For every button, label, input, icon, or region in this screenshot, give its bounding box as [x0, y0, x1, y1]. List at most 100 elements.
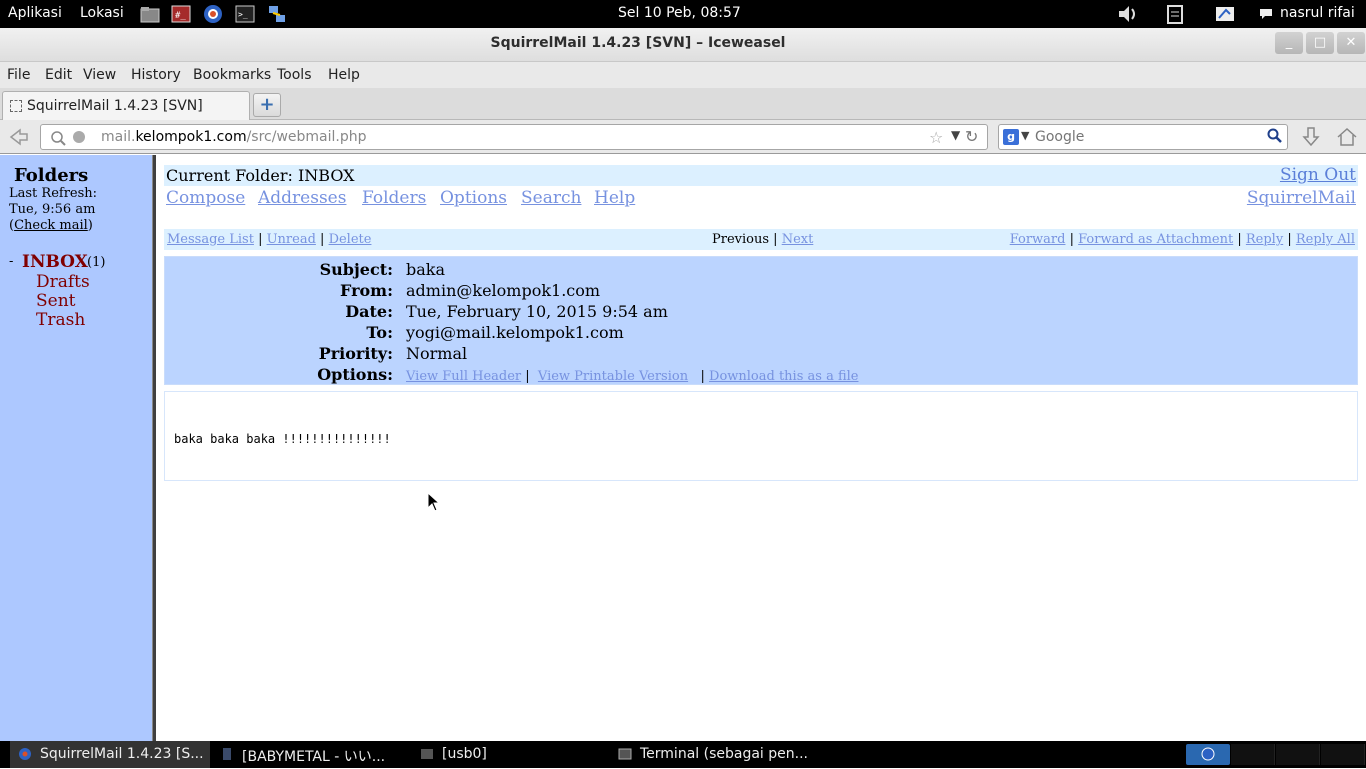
search-link[interactable]: Search — [521, 188, 581, 208]
clock[interactable]: Sel 10 Peb, 08:57 — [618, 5, 741, 21]
places-menu[interactable]: Lokasi — [80, 5, 124, 21]
message-headers: Subject: baka From: admin@kelompok1.com … — [164, 256, 1358, 385]
google-engine-icon[interactable]: g — [1003, 129, 1019, 145]
tab-label: SquirrelMail 1.4.23 [SVN] — [27, 98, 203, 114]
window-titlebar[interactable]: SquirrelMail 1.4.23 [SVN] – Iceweasel _ … — [0, 28, 1366, 62]
url-text[interactable]: mail.kelompok1.com/src/webmail.php — [101, 129, 367, 145]
user-menu[interactable]: nasrul rifai — [1280, 5, 1355, 21]
close-button[interactable]: ✕ — [1337, 32, 1365, 54]
header-options: Options: View Full Header | View Printab… — [317, 365, 859, 384]
folder-inbox[interactable]: INBOX — [22, 252, 88, 272]
folders-link[interactable]: Folders — [362, 188, 426, 208]
frame-divider[interactable] — [152, 155, 156, 741]
folder-pane: Folders Last Refresh: Tue, 9:56 am (Chec… — [0, 155, 152, 741]
download-arrow-icon[interactable] — [1300, 126, 1322, 153]
reply-all-link[interactable]: Reply All — [1296, 232, 1355, 247]
accessibility-icon[interactable] — [1214, 3, 1236, 25]
minimize-button[interactable]: _ — [1275, 32, 1303, 54]
tab-squirrelmail[interactable]: SquirrelMail 1.4.23 [SVN] — [2, 91, 250, 120]
main-links: Compose Addresses Folders Options Search… — [164, 188, 1358, 210]
folder-trash[interactable]: Trash — [36, 310, 90, 330]
console-icon[interactable]: >_ — [234, 3, 256, 25]
help-link[interactable]: Help — [594, 188, 635, 208]
delete-link[interactable]: Delete — [329, 232, 372, 247]
home-icon[interactable] — [1336, 126, 1358, 153]
menu-tools[interactable]: Tools — [277, 67, 312, 83]
mouse-cursor-icon — [427, 491, 441, 516]
browser-icon — [18, 747, 32, 761]
next-link[interactable]: Next — [782, 232, 814, 247]
download-file-link[interactable]: Download this as a file — [709, 369, 858, 384]
browser-icon[interactable] — [202, 3, 224, 25]
task-usb0[interactable]: [usb0] — [412, 741, 602, 768]
folder-sent[interactable]: Sent — [36, 291, 90, 311]
volume-icon[interactable] — [1116, 3, 1138, 25]
message-body-text: baka baka baka !!!!!!!!!!!!!!! — [174, 432, 391, 446]
workspace-3[interactable] — [1276, 744, 1320, 765]
header-from: From: admin@kelompok1.com — [339, 281, 601, 300]
network-icon[interactable] — [266, 3, 288, 25]
message-toolbar: Message List | Unread | Delete Previous … — [164, 229, 1358, 250]
terminal-red-icon[interactable]: #_ — [170, 3, 192, 25]
compose-link[interactable]: Compose — [166, 188, 245, 208]
header-priority: Priority: Normal — [318, 344, 468, 363]
menu-edit[interactable]: Edit — [45, 67, 72, 83]
task-squirrelmail[interactable]: SquirrelMail 1.4.23 [S... — [10, 741, 210, 768]
workspace-4[interactable] — [1321, 744, 1365, 765]
forward-link[interactable]: Forward — [1010, 232, 1066, 247]
folder-drafts[interactable]: Drafts — [36, 272, 90, 292]
search-input[interactable] — [1035, 127, 1260, 147]
collapse-toggle[interactable]: - — [9, 254, 13, 269]
url-dropdown-icon[interactable]: ▼ — [951, 128, 960, 142]
url-bar[interactable]: mail.kelompok1.com/src/webmail.php ☆ ▼ ↻ — [40, 124, 988, 150]
workspace-2[interactable] — [1231, 744, 1275, 765]
message-body: baka baka baka !!!!!!!!!!!!!!! — [164, 391, 1358, 481]
task-terminal[interactable]: Terminal (sebagai pen... — [610, 741, 810, 768]
new-tab-button[interactable]: + — [253, 93, 281, 117]
squirrelmail-link[interactable]: SquirrelMail — [1247, 188, 1356, 208]
chat-icon[interactable] — [1258, 3, 1274, 25]
menu-bookmarks[interactable]: Bookmarks — [193, 67, 271, 83]
menu-help[interactable]: Help — [328, 67, 360, 83]
menubar: File Edit View History Bookmarks Tools H… — [0, 62, 1366, 88]
tab-bar: SquirrelMail 1.4.23 [SVN] + — [0, 88, 1366, 120]
header-to: To: yogi@mail.kelompok1.com — [366, 323, 624, 342]
maximize-button[interactable]: □ — [1306, 32, 1334, 54]
forward-attachment-link[interactable]: Forward as Attachment — [1078, 232, 1233, 247]
header-date: Date: Tue, February 10, 2015 9:54 am — [345, 302, 668, 321]
unread-link[interactable]: Unread — [267, 232, 316, 247]
menu-file[interactable]: File — [7, 67, 30, 83]
sign-out-link[interactable]: Sign Out — [1280, 165, 1356, 185]
folders-title: Folders — [14, 165, 89, 186]
terminal-icon — [420, 747, 434, 761]
task-babymetal[interactable]: [BABYMETAL - いい... — [212, 741, 402, 768]
site-identity-icon[interactable] — [51, 129, 91, 151]
top-panel: Aplikasi Lokasi #_ >_ Sel 10 Peb, 08:57 … — [0, 0, 1366, 28]
current-folder-bar: Current Folder: INBOX Sign Out — [164, 165, 1358, 186]
menu-view[interactable]: View — [83, 67, 116, 83]
view-printable-link[interactable]: View Printable Version — [538, 369, 688, 384]
view-full-header-link[interactable]: View Full Header — [406, 369, 521, 384]
reply-link[interactable]: Reply — [1246, 232, 1283, 247]
workspace-1[interactable] — [1186, 744, 1230, 765]
media-player-icon — [220, 747, 234, 761]
svg-text:>_: >_ — [238, 10, 248, 19]
bookmark-star-icon[interactable]: ☆ — [929, 128, 943, 147]
search-box[interactable]: g ▼ — [998, 124, 1288, 150]
applications-menu[interactable]: Aplikasi — [8, 5, 62, 21]
check-mail-link[interactable]: Check mail — [14, 218, 88, 233]
search-icon[interactable] — [1267, 128, 1283, 148]
files-icon[interactable] — [139, 3, 161, 25]
message-list-link[interactable]: Message List — [167, 232, 254, 247]
svg-text:#_: #_ — [175, 11, 186, 21]
search-engine-dropdown-icon[interactable]: ▼ — [1021, 129, 1029, 142]
clipboard-icon[interactable] — [1164, 3, 1186, 25]
taskbar: SquirrelMail 1.4.23 [S... [BABYMETAL - い… — [0, 741, 1366, 768]
message-pane: Current Folder: INBOX Sign Out Compose A… — [164, 155, 1358, 741]
options-link[interactable]: Options — [440, 188, 507, 208]
addresses-link[interactable]: Addresses — [258, 188, 346, 208]
reload-icon[interactable]: ↻ — [965, 127, 978, 146]
page-content: Folders Last Refresh: Tue, 9:56 am (Chec… — [0, 155, 1366, 741]
back-arrow-icon[interactable] — [6, 126, 30, 148]
menu-history[interactable]: History — [131, 67, 181, 83]
